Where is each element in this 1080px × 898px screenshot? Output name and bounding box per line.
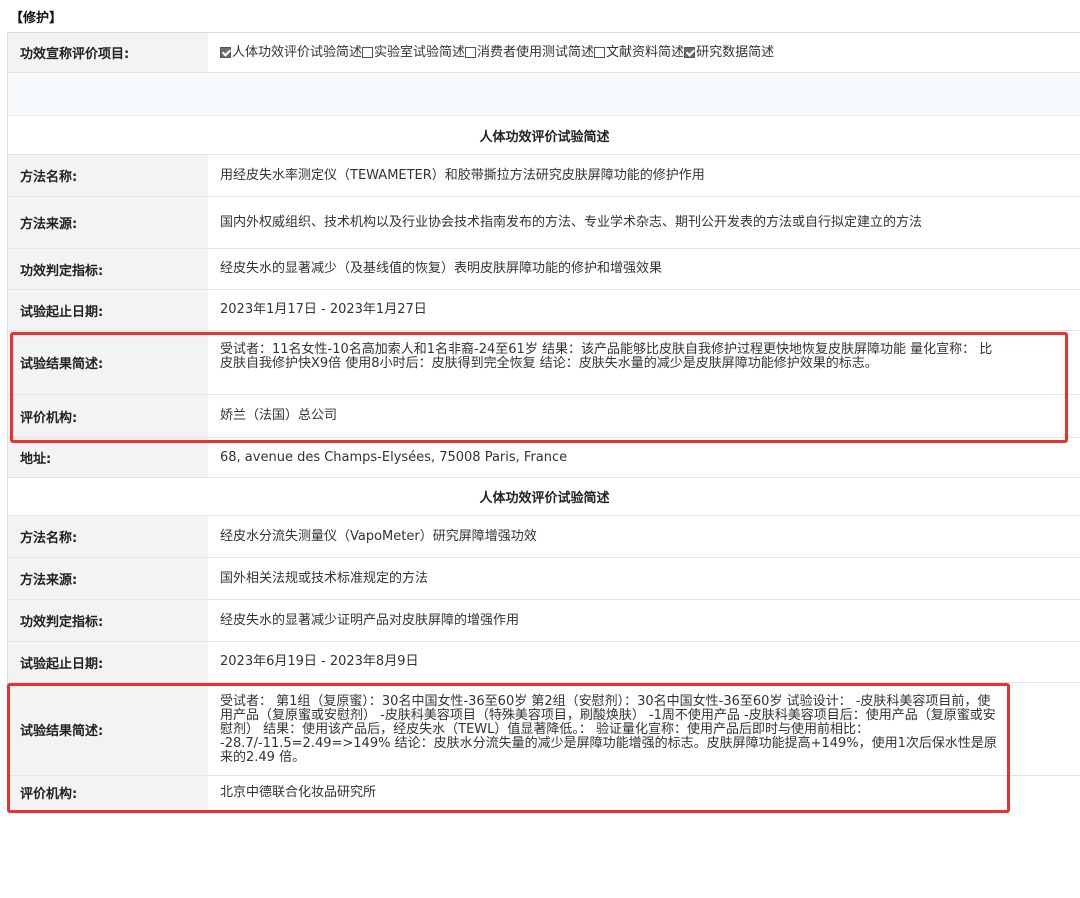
claim-row: 功效宣称评价项目: 人体功效评价试验简述 实验室试验简述 消费者使用测试简述 文… <box>8 32 1080 73</box>
institution-label: 评价机构: <box>8 776 208 809</box>
result-value: 受试者： 第1组（复原蜜）：30名中国女性-36至60岁 第2组（安慰剂）：30… <box>220 694 997 765</box>
claim-option-label: 消费者使用测试简述 <box>477 44 595 60</box>
claim-option-consumer-test[interactable]: 消费者使用测试简述 <box>465 44 595 60</box>
claim-value: 人体功效评价试验简述 实验室试验简述 消费者使用测试简述 文献资料简述 研究数据… <box>208 33 1080 72</box>
claim-option-label: 文献资料简述 <box>606 44 685 60</box>
indicator-value: 经皮失水的显著减少（及基线值的恢复）表明皮肤屏障功能的修护和增强效果 <box>220 261 663 276</box>
method-source-value: 国外相关法规或技术标准规定的方法 <box>220 570 429 586</box>
institution-value: 北京中德联合化妆品研究所 <box>220 784 377 800</box>
trial2-result-row: 试验结果简述: 受试者： 第1组（复原蜜）：30名中国女性-36至60岁 第2组… <box>8 683 1080 776</box>
dates-value: 2023年6月19日 - 2023年8月9日 <box>220 654 419 669</box>
result-label: 试验结果简述: <box>8 683 208 775</box>
address-value: 68, avenue des Champs-Elysées, 75008 Par… <box>220 449 568 465</box>
dates-value: 2023年1月17日 - 2023年1月27日 <box>220 302 427 317</box>
claim-label: 功效宣称评价项目: <box>8 33 208 72</box>
claim-option-label: 实验室试验简述 <box>374 44 466 60</box>
trial2-institution-row: 评价机构: 北京中德联合化妆品研究所 <box>8 776 1080 809</box>
trial1-indicator-row: 功效判定指标: 经皮失水的显著减少（及基线值的恢复）表明皮肤屏障功能的修护和增强… <box>8 249 1080 290</box>
checkbox-unchecked-icon[interactable] <box>362 47 374 58</box>
efficacy-table: 功效宣称评价项目: 人体功效评价试验简述 实验室试验简述 消费者使用测试简述 文… <box>7 32 1080 809</box>
claim-option-literature[interactable]: 文献资料简述 <box>594 44 685 60</box>
result-label: 试验结果简述: <box>8 331 208 394</box>
method-source-label: 方法来源: <box>8 197 208 248</box>
claim-option-research-data[interactable]: 研究数据简述 <box>684 44 775 60</box>
institution-label: 评价机构: <box>8 395 208 437</box>
indicator-label: 功效判定指标: <box>8 249 208 289</box>
result-value: 受试者：11名女性-10名高加索人和1名非裔-24至61岁 结果：该产品能够比皮… <box>220 342 993 371</box>
method-name-label: 方法名称: <box>8 155 208 196</box>
filing-page: 【修护】 功效宣称评价项目: 人体功效评价试验简述 实验室试验简述 消费者使用测… <box>0 0 1080 898</box>
blank-row <box>8 73 1080 116</box>
trial2-dates-row: 试验起止日期: 2023年6月19日 - 2023年8月9日 <box>8 642 1080 683</box>
checkbox-unchecked-icon[interactable] <box>465 47 477 58</box>
trial1-heading: 人体功效评价试验简述 <box>8 116 1080 155</box>
trial1-dates-row: 试验起止日期: 2023年1月17日 - 2023年1月27日 <box>8 290 1080 331</box>
trial2-indicator-row: 功效判定指标: 经皮失水的显著减少证明产品对皮肤屏障的增强作用 <box>8 600 1080 642</box>
claim-option-human-trial[interactable]: 人体功效评价试验简述 <box>220 44 363 60</box>
trial2-method-name-row: 方法名称: 经皮水分流失测量仪（VapoMeter）研究屏障增强功效 <box>8 516 1080 558</box>
trial1-method-source-row: 方法来源: 国内外权威组织、技术机构以及行业协会技术指南发布的方法、专业学术杂志… <box>8 197 1080 249</box>
method-source-value: 国内外权威组织、技术机构以及行业协会技术指南发布的方法、专业学术杂志、期刊公开发… <box>220 214 923 230</box>
claim-option-label: 人体功效评价试验简述 <box>232 44 363 60</box>
method-name-value: 经皮水分流失测量仪（VapoMeter）研究屏障增强功效 <box>220 528 537 544</box>
trial1-method-name-row: 方法名称: 用经皮失水率测定仪（TEWAMETER）和胶带撕拉方法研究皮肤屏障功… <box>8 155 1080 197</box>
claim-checkbox-group: 人体功效评价试验简述 实验室试验简述 消费者使用测试简述 文献资料简述 研究数据… <box>220 44 775 60</box>
section-title: 【修护】 <box>10 11 63 26</box>
method-source-label: 方法来源: <box>8 558 208 599</box>
dates-label: 试验起止日期: <box>8 290 208 330</box>
trial2-heading: 人体功效评价试验简述 <box>8 478 1080 516</box>
trial1-result-row: 试验结果简述: 受试者：11名女性-10名高加索人和1名非裔-24至61岁 结果… <box>8 331 1080 395</box>
institution-value: 娇兰（法国）总公司 <box>220 408 338 423</box>
address-label: 地址: <box>8 438 208 477</box>
method-name-value: 用经皮失水率测定仪（TEWAMETER）和胶带撕拉方法研究皮肤屏障功能的修护作用 <box>220 167 705 183</box>
claim-option-label: 研究数据简述 <box>696 44 775 60</box>
method-name-label: 方法名称: <box>8 516 208 557</box>
claim-option-lab-test[interactable]: 实验室试验简述 <box>362 44 466 60</box>
trial1-institution-row: 评价机构: 娇兰（法国）总公司 <box>8 395 1080 438</box>
indicator-label: 功效判定指标: <box>8 600 208 641</box>
checkbox-checked-icon[interactable] <box>220 47 231 58</box>
checkbox-checked-icon[interactable] <box>684 47 696 58</box>
indicator-value: 经皮失水的显著减少证明产品对皮肤屏障的增强作用 <box>220 612 520 628</box>
trial2-method-source-row: 方法来源: 国外相关法规或技术标准规定的方法 <box>8 558 1080 600</box>
checkbox-unchecked-icon[interactable] <box>594 47 606 58</box>
trial1-address-row: 地址: 68, avenue des Champs-Elysées, 75008… <box>8 438 1080 478</box>
dates-label: 试验起止日期: <box>8 642 208 682</box>
